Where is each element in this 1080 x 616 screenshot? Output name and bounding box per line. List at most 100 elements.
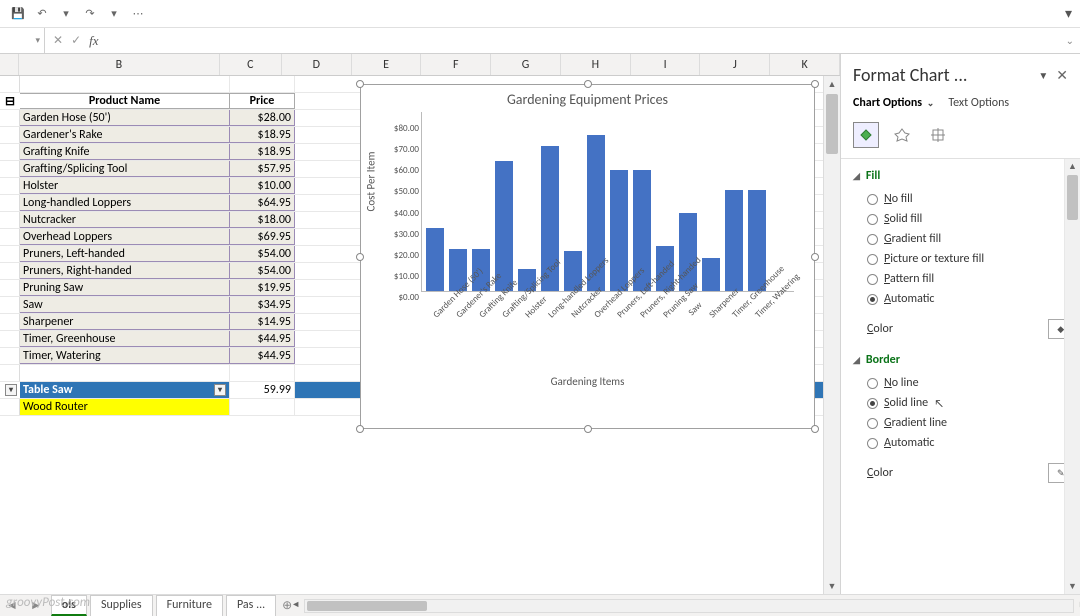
scroll-thumb[interactable] bbox=[1067, 175, 1078, 220]
col-header-K[interactable]: K bbox=[770, 54, 840, 75]
cell-price[interactable]: $44.95 bbox=[230, 348, 295, 364]
fill-option[interactable]: Gradient fill bbox=[867, 229, 1080, 249]
col-header-D[interactable]: D bbox=[282, 54, 352, 75]
cell-price[interactable]: $54.00 bbox=[230, 263, 295, 279]
pane-title-dropdown-icon[interactable]: ▼ bbox=[1038, 69, 1048, 82]
cell-product-name[interactable]: Overhead Loppers bbox=[20, 229, 230, 245]
scroll-down-icon[interactable]: ▼ bbox=[824, 578, 840, 594]
close-pane-icon[interactable]: ✕ bbox=[1056, 67, 1068, 84]
resize-handle[interactable] bbox=[356, 425, 364, 433]
pane-scrollbar[interactable]: ▲ ▼ bbox=[1064, 159, 1080, 594]
cell-product-name[interactable]: Wood Router bbox=[20, 399, 230, 415]
chart-bar[interactable] bbox=[610, 170, 628, 291]
size-tab-icon[interactable] bbox=[925, 122, 951, 148]
cell-product-name[interactable]: Timer, Greenhouse bbox=[20, 331, 230, 347]
fill-option[interactable]: Solid fill bbox=[867, 209, 1080, 229]
col-header-C[interactable]: C bbox=[220, 54, 282, 75]
resize-handle[interactable] bbox=[356, 253, 364, 261]
cell-product-name[interactable]: Gardener's Rake bbox=[20, 127, 230, 143]
cell-product-name[interactable]: Pruners, Right-handed bbox=[20, 263, 230, 279]
fill-option[interactable]: Picture or texture fill bbox=[867, 249, 1080, 269]
border-option[interactable]: Gradient line bbox=[867, 413, 1080, 433]
resize-handle[interactable] bbox=[811, 80, 819, 88]
undo-dropdown-icon[interactable]: ▾ bbox=[56, 4, 76, 24]
cell-price[interactable]: $44.95 bbox=[230, 331, 295, 347]
chart-title[interactable]: Gardening Equipment Prices bbox=[361, 85, 814, 112]
col-header-G[interactable]: G bbox=[491, 54, 561, 75]
redo-dropdown-icon[interactable]: ▾ bbox=[104, 4, 124, 24]
cell-price[interactable]: $57.95 bbox=[230, 161, 295, 177]
cell-price[interactable]: $14.95 bbox=[230, 314, 295, 330]
cell-product-name[interactable]: Nutcracker bbox=[20, 212, 230, 228]
enter-formula-icon[interactable]: ✓ bbox=[71, 33, 81, 49]
cell-product-name[interactable]: Pruning Saw bbox=[20, 280, 230, 296]
cell-price[interactable]: $64.95 bbox=[230, 195, 295, 211]
border-section-header[interactable]: ◢Border bbox=[853, 349, 1080, 371]
resize-handle[interactable] bbox=[584, 80, 592, 88]
chart-bar[interactable] bbox=[426, 228, 444, 291]
header-product-name[interactable]: Product Name bbox=[20, 93, 230, 109]
fill-option[interactable]: No fill bbox=[867, 189, 1080, 209]
cell-price[interactable]: $28.00 bbox=[230, 110, 295, 126]
cell-price[interactable]: $18.00 bbox=[230, 212, 295, 228]
chart-y-axis-label[interactable]: Cost Per Item bbox=[365, 152, 378, 212]
cell-price[interactable]: $34.95 bbox=[230, 297, 295, 313]
name-box[interactable]: ▾ bbox=[0, 28, 45, 53]
cell-price[interactable]: $19.95 bbox=[230, 280, 295, 296]
fill-line-tab-icon[interactable] bbox=[853, 122, 879, 148]
cell-product-name[interactable]: Pruners, Left-handed bbox=[20, 246, 230, 262]
expand-formula-icon[interactable]: ⌄ bbox=[1060, 34, 1080, 47]
save-icon[interactable]: 💾 bbox=[8, 4, 28, 24]
cell-price[interactable]: $10.00 bbox=[230, 178, 295, 194]
scroll-up-icon[interactable]: ▲ bbox=[824, 76, 840, 92]
border-option[interactable]: Automatic bbox=[867, 433, 1080, 453]
chart-bar[interactable] bbox=[748, 190, 766, 291]
col-header-J[interactable]: J bbox=[700, 54, 770, 75]
col-header-H[interactable]: H bbox=[561, 54, 631, 75]
cell-product-name[interactable]: Sharpener bbox=[20, 314, 230, 330]
worksheet[interactable]: B C D E F G H I J K ⊟ Product Name Price… bbox=[0, 54, 840, 594]
formula-input[interactable] bbox=[107, 34, 1060, 48]
cell-product-name[interactable]: Long-handled Loppers bbox=[20, 195, 230, 211]
redo-icon[interactable]: ↷ bbox=[80, 4, 100, 24]
col-header-F[interactable]: F bbox=[421, 54, 491, 75]
col-header-E[interactable]: E bbox=[352, 54, 422, 75]
chart-bar[interactable] bbox=[702, 258, 720, 291]
sheet-tab[interactable]: Pas ... bbox=[226, 595, 276, 616]
cell-product-name[interactable]: Timer, Watering bbox=[20, 348, 230, 364]
col-header-corner[interactable] bbox=[0, 54, 19, 75]
scroll-thumb[interactable] bbox=[307, 601, 427, 611]
undo-icon[interactable]: ↶ bbox=[32, 4, 52, 24]
fill-section-header[interactable]: ◢Fill bbox=[853, 165, 1080, 187]
cell-price[interactable]: $18.95 bbox=[230, 127, 295, 143]
cell-product-name[interactable]: Saw bbox=[20, 297, 230, 313]
sheet-tab[interactable]: Furniture bbox=[156, 595, 223, 616]
customize-qat-icon[interactable]: ⋯ bbox=[128, 4, 148, 24]
scroll-down-icon[interactable]: ▼ bbox=[1065, 579, 1080, 594]
chart-object[interactable]: Gardening Equipment Prices Cost Per Item… bbox=[360, 84, 815, 429]
resize-handle[interactable] bbox=[356, 80, 364, 88]
col-header-I[interactable]: I bbox=[631, 54, 701, 75]
border-option[interactable]: No line bbox=[867, 373, 1080, 393]
cell-product-name[interactable]: Grafting/Splicing Tool bbox=[20, 161, 230, 177]
cell-price[interactable]: $69.95 bbox=[230, 229, 295, 245]
cell-product-name[interactable]: Grafting Knife bbox=[20, 144, 230, 160]
filter-dropdown-icon[interactable]: ▾ bbox=[0, 382, 20, 398]
scroll-thumb[interactable] bbox=[826, 94, 838, 154]
cancel-formula-icon[interactable]: ✕ bbox=[53, 33, 63, 49]
fill-option[interactable]: Automatic bbox=[867, 289, 1080, 309]
col-header-B[interactable]: B bbox=[19, 54, 220, 75]
chart-bar[interactable] bbox=[725, 190, 743, 291]
row-collapse-icon[interactable]: ⊟ bbox=[0, 93, 20, 109]
vertical-scrollbar[interactable]: ▲ ▼ bbox=[823, 76, 840, 594]
horizontal-scrollbar[interactable]: ◄ ► bbox=[304, 599, 1074, 613]
cell-product-name[interactable]: Holster bbox=[20, 178, 230, 194]
sheet-tab[interactable]: Supplies bbox=[90, 595, 153, 616]
border-option[interactable]: Solid line ↖ bbox=[867, 393, 1080, 413]
cell-price[interactable]: $18.95 bbox=[230, 144, 295, 160]
tab-chart-options[interactable]: Chart Options ⌄ bbox=[853, 96, 934, 110]
fill-option[interactable]: Pattern fill bbox=[867, 269, 1080, 289]
resize-handle[interactable] bbox=[584, 425, 592, 433]
resize-handle[interactable] bbox=[811, 253, 819, 261]
cell-product-name[interactable]: Garden Hose (50') bbox=[20, 110, 230, 126]
